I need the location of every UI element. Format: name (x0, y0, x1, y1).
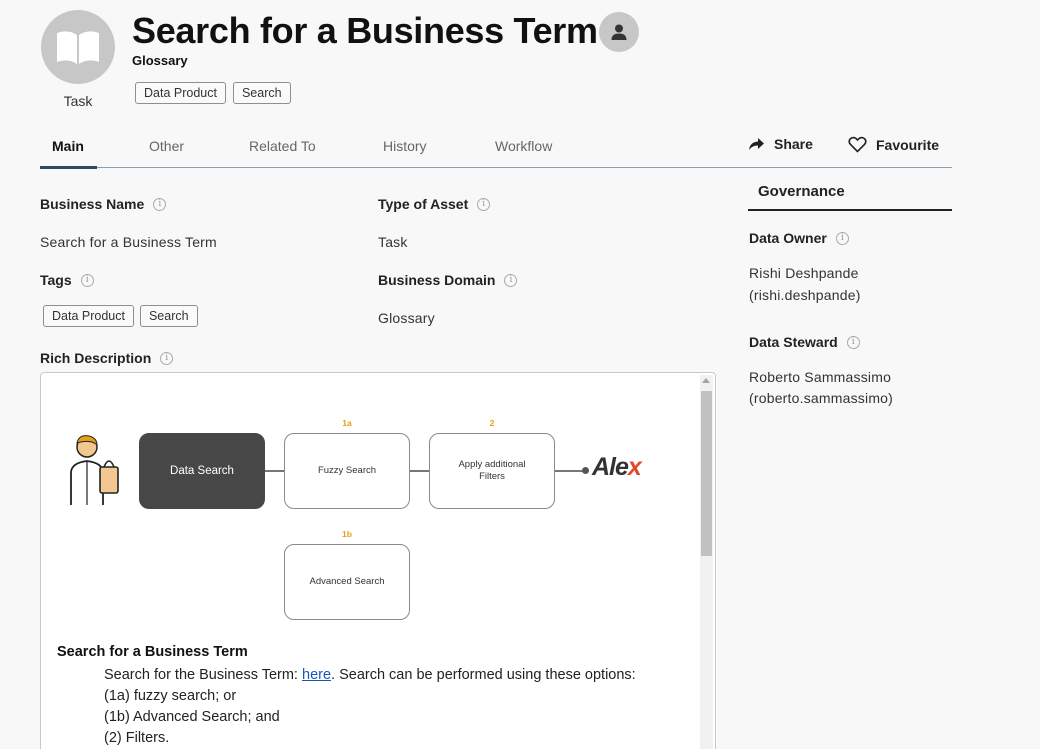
asset-type-label: Task (63, 93, 93, 109)
data-steward-name[interactable]: Roberto Sammassimo (749, 369, 891, 385)
info-icon[interactable]: i (160, 351, 174, 365)
favourite-button[interactable]: Favourite (848, 136, 939, 153)
favourite-label: Favourite (876, 136, 940, 153)
business-domain-label: Business Domain i (378, 272, 518, 288)
rich-description-label: Rich Description i (40, 350, 174, 366)
scroll-thumb[interactable] (701, 391, 712, 556)
data-search-box: Data Search (139, 433, 265, 509)
share-icon (749, 138, 764, 150)
tag[interactable]: Data Product (43, 305, 134, 327)
data-steward-label: Data Steward i (749, 334, 860, 350)
share-button[interactable]: Share (748, 136, 813, 152)
business-name-value: Search for a Business Term (40, 234, 217, 250)
tab-related-to[interactable]: Related To (249, 138, 316, 154)
connector (410, 470, 429, 472)
step-2-label: 2 (489, 418, 495, 428)
share-label: Share (774, 136, 813, 152)
data-steward-id: (roberto.sammassimo) (749, 390, 894, 406)
business-name-label: Business Name i (40, 196, 167, 212)
heart-icon (848, 136, 867, 153)
info-icon[interactable]: i (846, 335, 860, 349)
tab-main[interactable]: Main (52, 138, 84, 154)
book-icon (41, 10, 115, 84)
tags-label: Tags i (40, 272, 94, 288)
page-title: Search for a Business Term (132, 10, 598, 51)
description-line: (2) Filters. (104, 730, 170, 746)
tab-workflow[interactable]: Workflow (495, 138, 552, 154)
rich-description-box[interactable]: Data Search 1a Fuzzy Search 2 Apply addi… (40, 372, 716, 749)
description-line: (1a) fuzzy search; or (104, 688, 237, 704)
connector (555, 470, 585, 472)
description-heading: Search for a Business Term (57, 644, 248, 660)
apply-filters-box: Apply additional Filters (429, 433, 555, 509)
step-1b-label: 1b (342, 529, 352, 539)
tag[interactable]: Search (232, 82, 291, 104)
connector-dot (582, 467, 589, 474)
info-icon[interactable]: i (835, 231, 849, 245)
tab-history[interactable]: History (383, 138, 427, 154)
data-owner-id: (rishi.deshpande) (749, 287, 861, 303)
tag[interactable]: Data Product (135, 82, 226, 104)
page-subtitle: Glossary (132, 53, 188, 68)
scroll-up-icon[interactable] (702, 378, 710, 383)
info-icon[interactable]: i (153, 197, 167, 211)
field-tags: Data Product Search (43, 305, 198, 327)
description-line: (1b) Advanced Search; and (104, 709, 280, 725)
here-link[interactable]: here (302, 667, 331, 683)
data-owner-name[interactable]: Rishi Deshpande (749, 265, 859, 281)
info-icon[interactable]: i (477, 197, 491, 211)
info-icon[interactable]: i (80, 273, 94, 287)
governance-divider (748, 209, 952, 211)
governance-title: Governance (758, 183, 845, 200)
business-domain-value: Glossary (378, 310, 435, 326)
tag[interactable]: Search (139, 305, 198, 327)
description-line: Search for the Business Term: here. Sear… (104, 667, 636, 683)
tab-other[interactable]: Other (149, 138, 184, 154)
header-tags: Data Product Search (135, 82, 291, 104)
user-icon[interactable] (599, 12, 639, 52)
scrollbar[interactable] (700, 375, 713, 749)
alex-logo: Alex (592, 453, 642, 481)
tab-bar: Main Other Related To History Workflow S… (40, 124, 952, 169)
step-1a-label: 1a (342, 418, 352, 428)
description-text: Search for a Business Term Search for th… (57, 644, 636, 749)
advanced-search-box: Advanced Search (284, 544, 410, 620)
type-of-asset-label: Type of Asset i (378, 196, 491, 212)
data-owner-label: Data Owner i (749, 230, 849, 246)
connector (265, 470, 284, 472)
fuzzy-search-box: Fuzzy Search (284, 433, 410, 509)
person-with-bag-icon (70, 435, 119, 505)
active-tab-indicator (40, 166, 97, 169)
info-icon[interactable]: i (504, 273, 518, 287)
type-of-asset-value: Task (378, 234, 408, 250)
